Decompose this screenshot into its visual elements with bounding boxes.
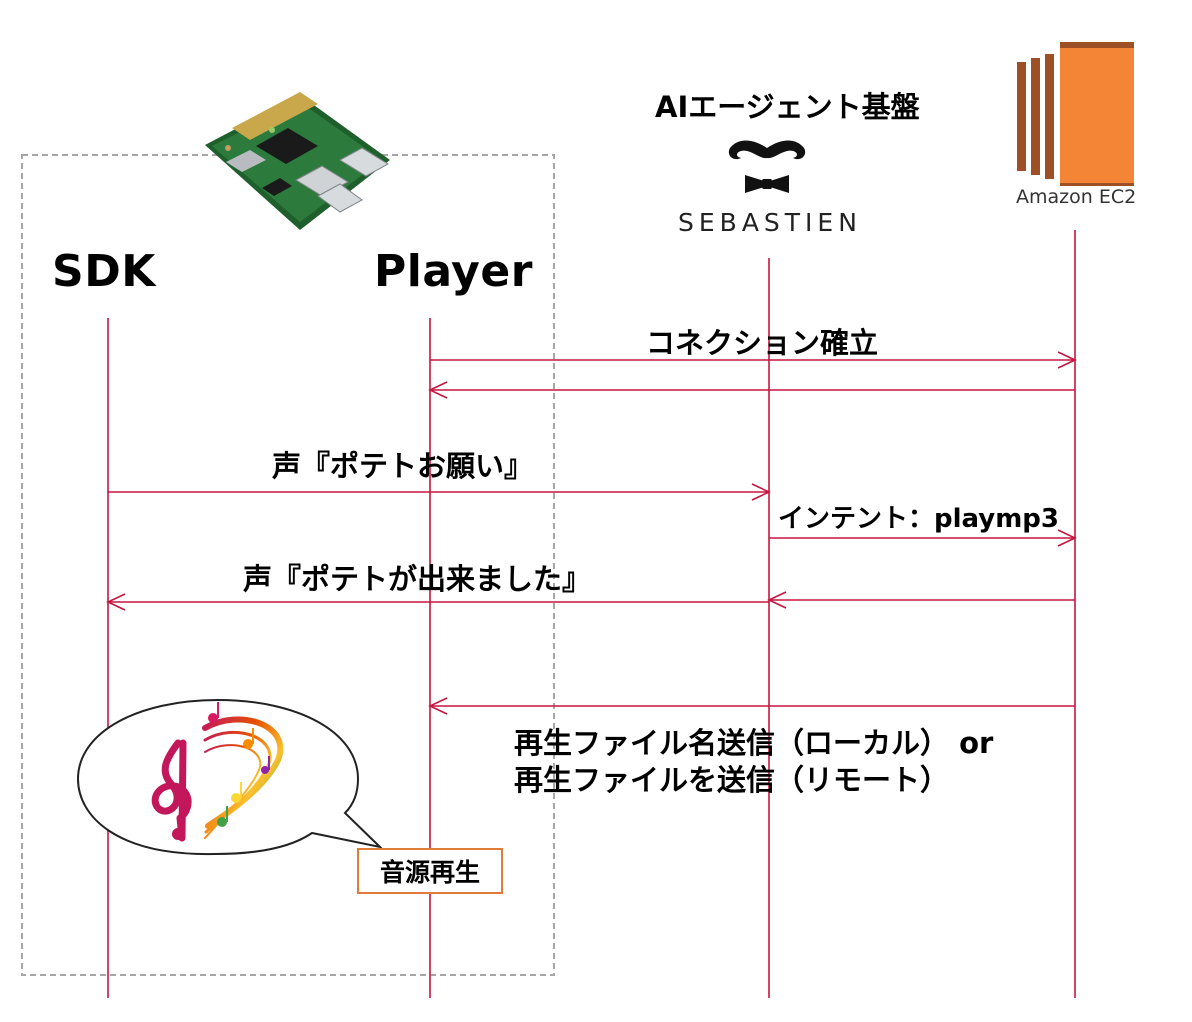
label-file-send-local: 再生ファイル名送信（ローカル） or: [514, 726, 994, 760]
label-file-send-remote: 再生ファイルを送信（リモート）: [514, 763, 950, 797]
label-connection: コネクション確立: [646, 326, 879, 360]
label-voice-request: 声『ポテトお願い』: [272, 449, 534, 483]
label-voice-reply: 声『ポテトが出来ました』: [243, 562, 592, 596]
raspberry-pi-board-image: [205, 92, 390, 230]
sequence-diagram: AIエージェント基盤 SEBASTIEN Amazon EC2 SDK Play…: [0, 0, 1192, 1022]
speech-bubble: [76, 698, 384, 856]
amazon-ec2-icon: [1017, 42, 1134, 186]
participant-sdk: SDK: [52, 246, 156, 297]
playback-box: 音源再生: [357, 848, 503, 894]
agent-heading: AIエージェント基盤: [655, 90, 920, 124]
participant-player: Player: [374, 246, 533, 297]
agent-logo-text: SEBASTIEN: [678, 208, 862, 237]
ec2-caption: Amazon EC2: [1016, 186, 1137, 208]
mustache-bowtie-logo: [728, 140, 806, 193]
label-intent: インテント：playmp3: [778, 504, 1060, 534]
lifelines: [107, 230, 1076, 998]
